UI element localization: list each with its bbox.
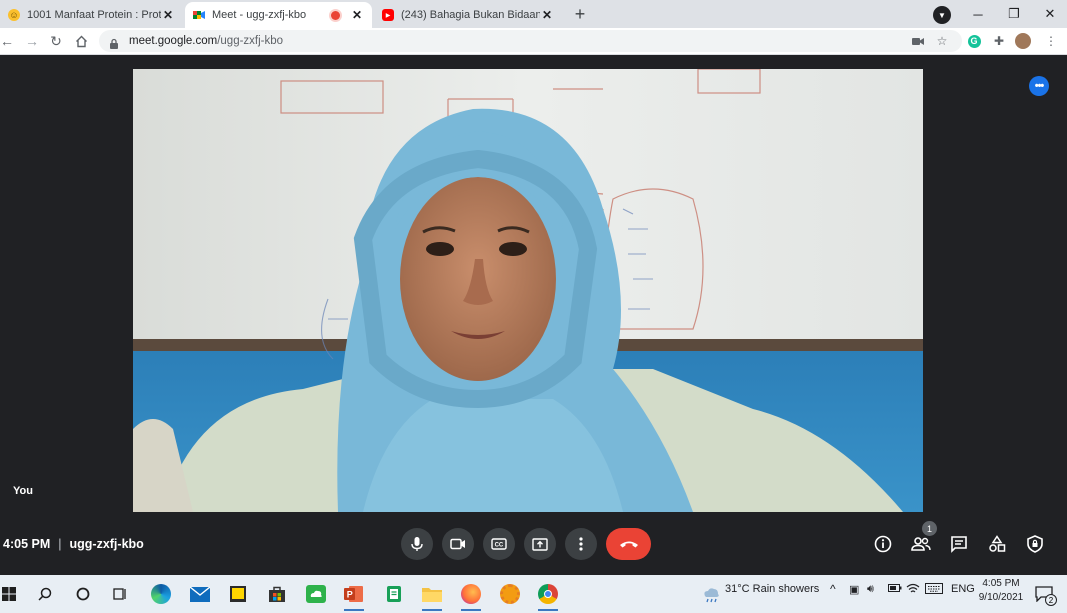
notifications-count: 2	[1045, 594, 1057, 606]
end-call-icon	[619, 541, 638, 547]
browser-menu-icon[interactable]: ⋮	[1043, 33, 1059, 49]
restore-button[interactable]: ❐	[996, 0, 1032, 28]
show-hidden-icons-chevron-icon[interactable]: ^	[830, 582, 836, 596]
tab-title: Meet - ugg-zxfj-kbo	[212, 9, 307, 21]
mail-icon[interactable]	[187, 581, 213, 607]
tab-title: 1001 Manfaat Protein : Protein A	[27, 9, 161, 21]
weather-icon[interactable]	[698, 581, 724, 607]
new-tab-button[interactable]: +	[569, 4, 591, 24]
recording-indicator-icon	[331, 10, 340, 20]
address-bar[interactable]: meet.google.com/ugg-zxfj-kbo	[99, 30, 962, 52]
more-options-icon[interactable]: •••	[1029, 76, 1049, 96]
extensions-puzzle-icon[interactable]: ✚	[991, 33, 1007, 49]
weather-text[interactable]: 31°C Rain showers	[725, 583, 819, 595]
minimize-button[interactable]: ─	[960, 0, 996, 28]
lock-icon	[109, 36, 119, 49]
camera-button[interactable]	[442, 528, 474, 560]
reload-icon[interactable]: ↻	[47, 32, 65, 50]
bookmark-star-icon[interactable]: ☆	[934, 33, 950, 49]
camera-in-use-icon[interactable]	[910, 33, 926, 49]
notes-app-icon[interactable]	[381, 581, 407, 607]
tab-meet[interactable]: Meet - ugg-zxfj-kbo ✕	[185, 2, 372, 28]
wifi-icon[interactable]	[906, 583, 920, 597]
shield-lock-icon	[1027, 535, 1043, 553]
sticky-notes-icon[interactable]	[225, 581, 251, 607]
tab-protein[interactable]: ☺ 1001 Manfaat Protein : Protein A ✕	[0, 2, 183, 28]
people-icon	[911, 537, 931, 551]
powerpoint-icon[interactable]: P	[341, 581, 367, 611]
browser-toolbar: ← → ↻ meet.google.com/ugg-zxfj-kbo ☆ G ✚…	[0, 28, 1067, 55]
activities-button[interactable]	[986, 533, 1008, 555]
separator: |	[58, 537, 62, 551]
microphone-icon	[411, 537, 423, 551]
battery-icon[interactable]	[888, 583, 902, 595]
smiley-favicon-icon: ☺	[8, 9, 20, 21]
edge-browser-icon[interactable]	[148, 581, 174, 607]
vertical-dots-icon	[579, 537, 583, 551]
video-camera-icon	[450, 538, 465, 550]
meeting-time: 4:05 PM	[3, 537, 51, 551]
chat-icon	[951, 536, 967, 553]
meeting-code: ugg-zxfj-kbo	[69, 537, 144, 551]
camera-feed	[133, 69, 923, 512]
volume-icon[interactable]: 🔊︎	[867, 583, 874, 596]
system-clock[interactable]: 4:05 PM 9/10/2021	[975, 577, 1027, 605]
chat-button[interactable]	[948, 533, 970, 555]
url-host: meet.google.com	[129, 35, 218, 47]
svg-text:CC: CC	[495, 543, 504, 549]
chrome-icon[interactable]	[535, 581, 561, 611]
url-path: /ugg-zxfj-kbo	[217, 35, 284, 47]
home-icon[interactable]	[72, 32, 90, 50]
search-icon[interactable]	[32, 581, 58, 607]
clock-date: 9/10/2021	[978, 592, 1024, 603]
microsoft-store-icon[interactable]	[264, 581, 290, 607]
clock-time: 4:05 PM	[982, 578, 1020, 589]
youtube-favicon-icon: ▶	[382, 9, 394, 21]
meeting-details: 4:05 PM | ugg-zxfj-kbo	[3, 537, 144, 551]
svg-text:P: P	[347, 590, 353, 600]
task-view-icon[interactable]	[107, 581, 133, 607]
host-controls-button[interactable]	[1024, 533, 1046, 555]
meeting-details-button[interactable]	[872, 533, 894, 555]
close-tab-icon[interactable]: ✕	[350, 8, 364, 22]
info-icon	[874, 535, 892, 553]
cloud-app-icon[interactable]	[303, 581, 329, 607]
present-icon	[532, 537, 548, 551]
cortana-icon[interactable]	[70, 581, 96, 607]
meet-now-icon[interactable]: ▣	[849, 583, 859, 596]
settings-app-icon[interactable]	[497, 581, 523, 607]
grammarly-extension-icon[interactable]: G	[966, 33, 982, 49]
firefox-icon[interactable]	[458, 581, 484, 611]
windows-taskbar: P 31°C Rain showers ^ ▣ 🔊︎ ENG 4:05 PM 9…	[0, 575, 1067, 613]
more-actions-button[interactable]	[565, 528, 597, 560]
closed-captions-icon: CC	[491, 538, 507, 550]
tab-search-icon[interactable]: ▼	[933, 6, 951, 24]
close-tab-icon[interactable]: ✕	[540, 8, 554, 22]
participants-count-badge: 1	[922, 521, 937, 536]
file-explorer-icon[interactable]	[419, 581, 445, 611]
self-name-label: You	[13, 485, 33, 497]
keyboard-icon[interactable]	[925, 583, 943, 597]
meet-stage: ••• You 4:05 PM | ugg-zxfj-kbo CC 1	[0, 55, 1067, 575]
tab-youtube[interactable]: ▶ (243) Bahagia Bukan Bidaan | Ep ✕	[374, 2, 562, 28]
self-video-tile[interactable]	[133, 69, 923, 512]
close-tab-icon[interactable]: ✕	[161, 8, 175, 22]
captions-button[interactable]: CC	[483, 528, 515, 560]
close-window-button[interactable]: ✕	[1032, 0, 1067, 28]
forward-arrow-icon[interactable]: →	[23, 32, 41, 50]
present-screen-button[interactable]	[524, 528, 556, 560]
input-language[interactable]: ENG	[951, 583, 975, 595]
browser-tab-strip: ☺ 1001 Manfaat Protein : Protein A ✕ Mee…	[0, 0, 1067, 28]
leave-call-button[interactable]	[606, 528, 651, 560]
notifications-icon[interactable]: 2	[1031, 581, 1057, 607]
shapes-icon	[989, 535, 1006, 552]
tab-title: (243) Bahagia Bukan Bidaan | Ep	[401, 9, 540, 21]
profile-avatar[interactable]	[1015, 33, 1031, 49]
back-arrow-icon[interactable]: ←	[0, 32, 16, 50]
microphone-button[interactable]	[401, 528, 433, 560]
windows-start-icon[interactable]	[0, 581, 22, 607]
participants-button[interactable]	[910, 533, 932, 555]
google-meet-favicon-icon	[193, 9, 205, 21]
